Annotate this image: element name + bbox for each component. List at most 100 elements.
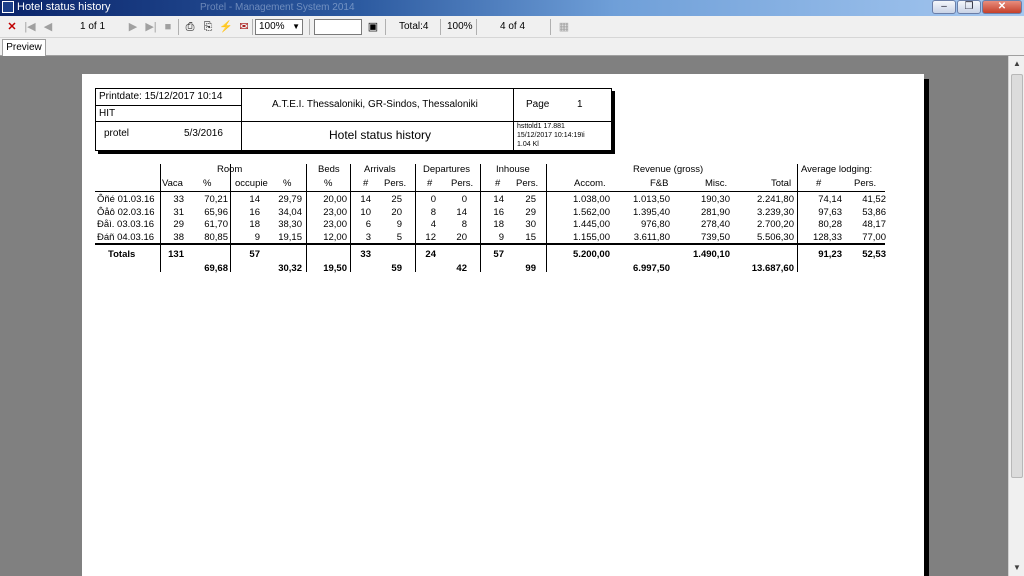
cell-vaca: 29 bbox=[173, 219, 184, 230]
export-icon[interactable]: ⚡ bbox=[218, 19, 234, 35]
cell-dep-p: 14 bbox=[456, 206, 467, 218]
cell-dep-p: 0 bbox=[461, 194, 467, 205]
last-page-icon[interactable]: ▶| bbox=[143, 19, 159, 35]
minimize-button[interactable]: – bbox=[932, 0, 956, 14]
tab-preview[interactable]: Preview bbox=[2, 39, 46, 56]
cell-total: 3.239,30 bbox=[757, 206, 794, 218]
cell-arr-p: 20 bbox=[391, 206, 402, 218]
stop-icon[interactable]: ■ bbox=[160, 19, 176, 35]
row-date: Ðåì. 03.03.16 bbox=[97, 219, 155, 230]
scrollbar-thumb[interactable] bbox=[1011, 74, 1023, 478]
cell-dep-n: 8 bbox=[430, 206, 436, 218]
close-window-button[interactable]: ✕ bbox=[982, 0, 1022, 14]
col-inhouse-count: # bbox=[495, 178, 501, 189]
total-avg-n: 91,23 bbox=[818, 249, 842, 260]
zoom-value: 100% bbox=[259, 21, 285, 32]
close-icon[interactable]: ✕ bbox=[4, 19, 20, 35]
cell-total: 2.241,80 bbox=[757, 194, 794, 205]
report-title: Hotel status history bbox=[329, 128, 432, 142]
cell-occ: 9 bbox=[254, 231, 260, 243]
cell-arr-p: 5 bbox=[396, 231, 402, 243]
total-dep-n: 24 bbox=[425, 249, 436, 260]
cell-arr-n: 10 bbox=[360, 206, 371, 218]
cell-arr-p: 25 bbox=[391, 194, 402, 205]
help-icon[interactable]: ▦ bbox=[556, 19, 572, 35]
title-bar: Hotel status history Protel - Management… bbox=[0, 0, 1024, 16]
cell-accom: 1.038,00 bbox=[573, 194, 610, 205]
cell-pct2: 38,30 bbox=[278, 219, 302, 230]
col-misc: Misc. bbox=[705, 178, 728, 189]
cell-inh-n: 18 bbox=[493, 219, 504, 230]
cell-beds: 23,00 bbox=[323, 219, 347, 230]
group-arrivals: Arrivals bbox=[364, 164, 396, 175]
cell-pct1: 80,85 bbox=[204, 231, 228, 243]
col-arrivals-count: # bbox=[363, 178, 369, 189]
cell-avg-p: 48,17 bbox=[862, 219, 886, 230]
send-icon[interactable]: ✉ bbox=[236, 19, 252, 35]
cell-occ: 16 bbox=[249, 206, 260, 218]
restore-button[interactable]: ❐ bbox=[957, 0, 981, 14]
cell-avg-n: 80,28 bbox=[818, 219, 842, 230]
col-pct-vacant: % bbox=[203, 178, 212, 189]
meta-line-1: hsttold1 17.881 bbox=[517, 123, 565, 130]
cell-avg-p: 41,52 bbox=[862, 194, 886, 205]
cell-pct1: 70,21 bbox=[204, 194, 228, 205]
total-total: 13.687,60 bbox=[751, 263, 794, 274]
search-input[interactable] bbox=[314, 19, 362, 35]
print-setup-icon[interactable]: ⎘ bbox=[200, 19, 216, 35]
cell-avg-n: 74,14 bbox=[818, 194, 842, 205]
cell-inh-p: 30 bbox=[525, 219, 536, 230]
cell-inh-n: 9 bbox=[498, 231, 504, 243]
cell-inh-p: 15 bbox=[525, 231, 536, 243]
page-indicator: 1 of 1 bbox=[80, 21, 106, 32]
group-average-lodging: Average lodging: bbox=[801, 164, 873, 175]
col-total: Total bbox=[771, 178, 792, 189]
record-indicator: 4 of 4 bbox=[500, 21, 526, 32]
cell-accom: 1.445,00 bbox=[573, 219, 610, 230]
report-viewport[interactable]: Printdate: 15/12/2017 10:14 HIT protel 5… bbox=[0, 56, 1008, 576]
cell-dep-n: 12 bbox=[425, 231, 436, 243]
vertical-scrollbar[interactable]: ▲ ▼ bbox=[1008, 56, 1024, 576]
cell-arr-n: 6 bbox=[365, 219, 371, 230]
meta-line-3: 1.04 Kl bbox=[517, 141, 539, 148]
cell-dep-n: 4 bbox=[430, 219, 436, 230]
next-page-icon[interactable]: ▶ bbox=[125, 19, 141, 35]
version-date: 5/3/2016 bbox=[184, 128, 223, 139]
col-avg-count: # bbox=[816, 178, 822, 189]
cell-total: 2.700,20 bbox=[757, 219, 794, 230]
report-code: HIT bbox=[99, 108, 116, 119]
cell-inh-p: 25 bbox=[525, 194, 536, 205]
total-inh-p: 99 bbox=[525, 263, 536, 274]
group-beds: Beds bbox=[318, 164, 340, 175]
scroll-up-icon[interactable]: ▲ bbox=[1009, 56, 1024, 72]
cell-inh-n: 16 bbox=[493, 206, 504, 218]
print-icon[interactable]: ⎙ bbox=[182, 19, 198, 35]
cell-fb: 1.395,40 bbox=[633, 206, 670, 218]
previous-page-icon[interactable]: ◀ bbox=[40, 19, 56, 35]
cell-misc: 190,30 bbox=[700, 194, 730, 205]
total-vaca: 131 bbox=[168, 249, 184, 260]
cell-beds: 23,00 bbox=[323, 206, 347, 218]
scroll-down-icon[interactable]: ▼ bbox=[1009, 560, 1024, 576]
cell-misc: 281,90 bbox=[700, 206, 730, 218]
cell-arr-p: 9 bbox=[396, 219, 402, 230]
cell-vaca: 33 bbox=[173, 194, 184, 205]
software-name: protel bbox=[104, 128, 130, 139]
hotel-name: A.T.E.I. Thessaloniki, GR-Sindos, Thessa… bbox=[272, 99, 478, 110]
cell-accom: 1.562,00 bbox=[573, 206, 610, 218]
totals-label: Totals bbox=[108, 249, 136, 260]
zoom-select[interactable]: 100% ▼ bbox=[255, 19, 303, 35]
cell-fb: 3.611,80 bbox=[633, 231, 670, 243]
total-avg-p: 52,53 bbox=[862, 249, 886, 260]
col-accom: Accom. bbox=[574, 178, 606, 189]
page-label: Page bbox=[526, 99, 550, 110]
first-page-icon[interactable]: |◀ bbox=[22, 19, 38, 35]
percent-indicator: 100% bbox=[447, 21, 473, 32]
total-pct2: 30,32 bbox=[278, 263, 302, 274]
report-page: Printdate: 15/12/2017 10:14 HIT protel 5… bbox=[82, 74, 924, 576]
cell-avg-p: 77,00 bbox=[862, 231, 886, 243]
total-beds: 19,50 bbox=[323, 263, 347, 274]
col-inhouse-persons: Pers. bbox=[516, 178, 539, 189]
cell-misc: 278,40 bbox=[700, 219, 730, 230]
binoculars-icon[interactable]: ▣ bbox=[365, 19, 381, 35]
